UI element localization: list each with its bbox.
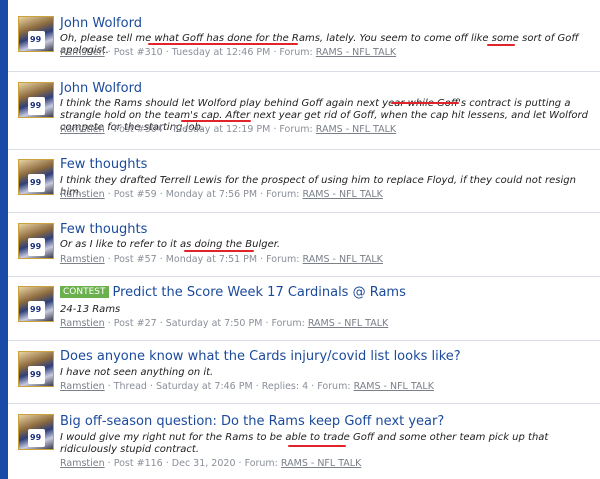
result-item: 99 Few thoughts Or as I like to refer to…	[8, 213, 600, 277]
red-underline-annotation	[487, 44, 515, 46]
result-forum-link[interactable]: RAMS - NFL TALK	[316, 47, 396, 58]
avatar[interactable]: 99	[18, 159, 54, 195]
result-date: Dec 31, 2020	[171, 458, 236, 469]
result-author-link[interactable]: Ramstien	[60, 124, 105, 135]
result-post-number: Post #59	[113, 189, 157, 200]
result-item: 99 Few thoughts I think they drafted Ter…	[8, 150, 600, 213]
contest-badge: CONTEST	[60, 286, 109, 298]
red-underline-annotation	[148, 43, 298, 45]
result-author-link[interactable]: Ramstien	[60, 458, 105, 469]
result-forum-link[interactable]: RAMS - NFL TALK	[316, 124, 396, 135]
result-date: Tuesday at 12:46 PM	[171, 47, 271, 58]
red-underline-annotation	[288, 445, 346, 447]
avatar[interactable]: 99	[18, 16, 54, 52]
avatar[interactable]: 99	[18, 351, 54, 387]
forum-prefix: Forum:	[279, 47, 313, 58]
result-snippet: Or as I like to refer to it as doing the…	[60, 239, 281, 250]
result-item: 99 CONTEST Predict the Score Week 17 Card…	[8, 277, 600, 341]
result-title[interactable]: Few thoughts	[60, 157, 147, 172]
forum-prefix: Forum:	[266, 189, 300, 200]
result-forum-link[interactable]: RAMS - NFL TALK	[354, 381, 434, 392]
result-date: Saturday at 7:50 PM	[165, 318, 263, 329]
result-author-link[interactable]: Ramstien	[60, 254, 105, 265]
result-date: Monday at 7:56 PM	[165, 189, 258, 200]
result-forum-link[interactable]: RAMS - NFL TALK	[308, 318, 388, 329]
avatar[interactable]: 99	[18, 414, 54, 450]
result-thread-type: Thread	[113, 381, 147, 392]
result-date: Monday at 7:51 PM	[165, 254, 258, 265]
result-title-text[interactable]: Predict the Score Week 17 Cardinals @ Ra…	[113, 285, 406, 300]
left-sidebar-edge	[0, 0, 8, 479]
result-post-number: Post #310	[113, 47, 163, 58]
result-item: 99 Big off-season question: Do the Rams …	[8, 404, 600, 479]
result-item: 99 John Wolford I think the Rams should …	[8, 72, 600, 150]
avatar[interactable]: 99	[18, 82, 54, 118]
result-title[interactable]: CONTEST Predict the Score Week 17 Cardina…	[60, 285, 406, 300]
result-item: 99 Does anyone know what the Cards injur…	[8, 341, 600, 404]
result-post-number: Post #116	[113, 458, 163, 469]
avatar[interactable]: 99	[18, 223, 54, 259]
red-underline-annotation	[391, 102, 459, 104]
forum-prefix: Forum:	[244, 458, 278, 469]
result-title[interactable]: Big off-season question: Do the Rams kee…	[60, 414, 444, 429]
result-author-link[interactable]: Ramstien	[60, 381, 105, 392]
result-meta: Ramstien · Post #310 · Tuesday at 12:46 …	[60, 47, 397, 58]
result-forum-link[interactable]: RAMS - NFL TALK	[303, 254, 383, 265]
forum-prefix: Forum:	[279, 124, 313, 135]
result-post-number: Post #57	[113, 254, 157, 265]
result-date: Saturday at 7:46 PM	[156, 381, 253, 392]
forum-prefix: Forum:	[266, 254, 300, 265]
forum-prefix: Forum:	[271, 318, 305, 329]
result-author-link[interactable]: Ramstien	[60, 47, 105, 58]
result-meta: Ramstien · Post #57 · Monday at 7:51 PM …	[60, 254, 383, 265]
search-results-list: 99 John Wolford Oh, please tell me what …	[8, 0, 600, 479]
result-snippet: I have not seen anything on it.	[60, 367, 214, 378]
result-snippet: 24-13 Rams	[60, 304, 121, 315]
result-meta: Ramstien · Post #27 · Saturday at 7:50 P…	[60, 318, 389, 329]
result-title[interactable]: Few thoughts	[60, 222, 147, 237]
result-title[interactable]: John Wolford	[60, 16, 142, 31]
result-title[interactable]: John Wolford	[60, 81, 142, 96]
result-meta: Ramstien · Post #59 · Monday at 7:56 PM …	[60, 189, 383, 200]
result-item: 99 John Wolford Oh, please tell me what …	[8, 8, 600, 72]
result-post-number: Post #27	[113, 318, 157, 329]
result-title[interactable]: Does anyone know what the Cards injury/c…	[60, 349, 461, 364]
result-forum-link[interactable]: RAMS - NFL TALK	[281, 458, 361, 469]
result-author-link[interactable]: Ramstien	[60, 318, 105, 329]
red-underline-annotation	[181, 120, 251, 122]
forum-prefix: Forum:	[317, 381, 351, 392]
result-meta: Ramstien · Thread · Saturday at 7:46 PM …	[60, 381, 434, 392]
result-meta: Ramstien · Post #116 · Dec 31, 2020 · Fo…	[60, 458, 362, 469]
result-snippet: I would give my right nut for the Rams t…	[60, 432, 549, 455]
result-date: Tuesday at 12:19 PM	[171, 124, 271, 135]
result-meta: Ramstien · Post #304 · Tuesday at 12:19 …	[60, 124, 397, 135]
result-author-link[interactable]: Ramstien	[60, 189, 105, 200]
avatar[interactable]: 99	[18, 286, 54, 322]
result-replies: Replies: 4	[261, 381, 309, 392]
result-forum-link[interactable]: RAMS - NFL TALK	[303, 189, 383, 200]
red-underline-annotation	[184, 250, 254, 252]
result-post-number: Post #304	[113, 124, 163, 135]
